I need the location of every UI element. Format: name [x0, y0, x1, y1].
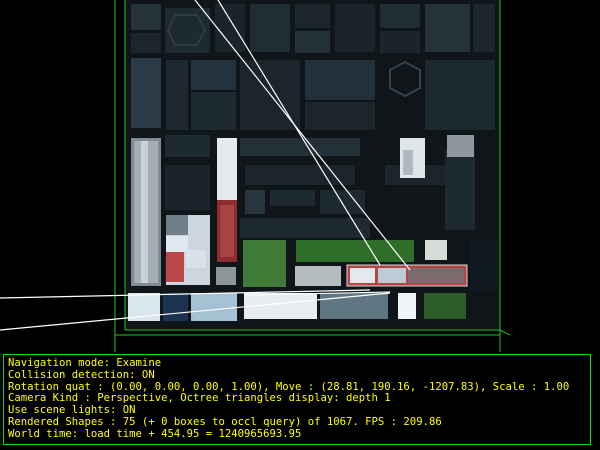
rendered-shapes-line: Rendered Shapes : 75 (+ 0 boxes to occl … — [8, 415, 442, 428]
scene-render[interactable] — [0, 0, 600, 352]
status-panel: Navigation mode: Examine Collision detec… — [3, 354, 591, 445]
collision-detection-line: Collision detection: ON — [8, 368, 155, 381]
world-time-line: World time: load time + 454.95 = 1240965… — [8, 427, 302, 440]
3d-viewport[interactable] — [0, 0, 600, 352]
